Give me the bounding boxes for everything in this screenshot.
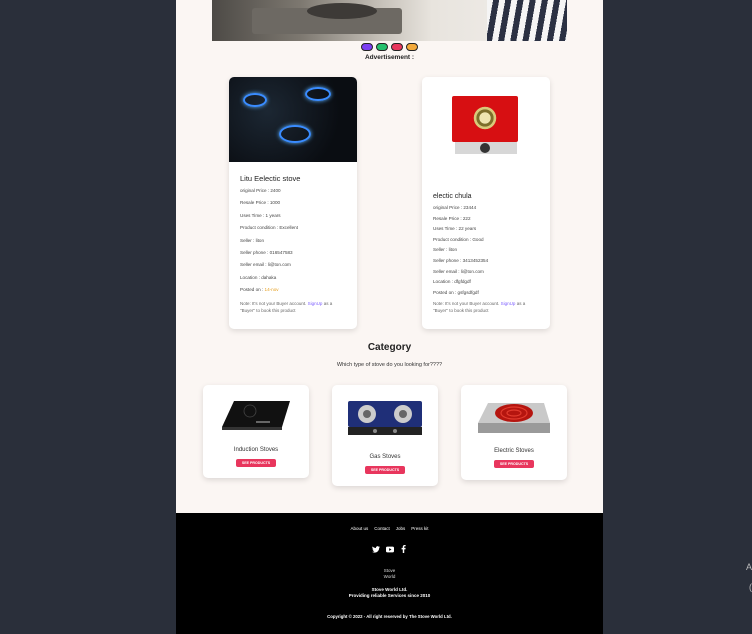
seller-name: Seller : liton	[240, 237, 265, 243]
category-card-induction[interactable]: Induction Stoves SEE PRODUCTS	[203, 385, 309, 478]
hero-person-shape	[487, 0, 567, 41]
footer-company: Stove World Ltd. Providing reliable Serv…	[176, 587, 603, 599]
seller-name: Seller : liton	[433, 247, 458, 253]
see-products-button[interactable]: SEE PRODUCTS	[365, 466, 405, 474]
posted-on: Posted on : gsfgsdfgdf	[433, 290, 539, 295]
carousel-dot-4[interactable]	[406, 43, 418, 51]
footer-logo-broken-image: Stove World	[176, 568, 603, 580]
footer-link-jobs[interactable]: Jobs	[396, 526, 406, 531]
product-card: electic chula original Price : 23444 Res…	[422, 77, 550, 329]
original-price: original Price : 2400	[240, 188, 281, 193]
note-text: Note: It's not your Buyer account.	[240, 300, 307, 306]
posted-on-value: 14-nov	[264, 287, 279, 293]
footer-nav: About us Contact Jobs Press kit	[176, 526, 603, 531]
hero-banner-image	[212, 0, 567, 41]
gas-stove-image	[345, 397, 425, 442]
original-price: original Price : 23444	[433, 205, 477, 210]
electric-stove-image	[474, 397, 554, 439]
location: Location : dfgfdgdf	[433, 279, 471, 285]
hero-pan-shape	[307, 3, 377, 19]
seller-phone: Seller phone : 016547583	[240, 249, 293, 255]
category-name: Induction Stoves	[233, 447, 279, 453]
category-card-electric[interactable]: Electric Stoves SEE PRODUCTS	[461, 385, 567, 480]
electric-chula-image	[422, 77, 550, 181]
company-tagline: Providing reliable Services since 2010	[348, 593, 431, 598]
buyer-note: Note: It's not your Buyer account. SignU…	[433, 300, 539, 314]
copyright: Copyright © 2022 - All right reserved by…	[327, 614, 452, 619]
product-condition: Product condition : Good	[433, 236, 484, 242]
uses-time: Uses Time : 22 years	[433, 226, 477, 232]
gas-burner-image	[229, 77, 357, 162]
category-subtitle: Which type of stove do you looking for??…	[336, 362, 443, 368]
twitter-icon[interactable]	[371, 545, 380, 553]
footer: About us Contact Jobs Press kit Stove Wo…	[176, 513, 603, 634]
buyer-note: Note: It's not your Buyer account. SignU…	[240, 300, 346, 314]
carousel-dots	[361, 43, 418, 51]
edge-mark-top: A	[745, 562, 752, 572]
category-name: Gas Stoves	[369, 454, 401, 460]
carousel-dot-3[interactable]	[391, 43, 403, 51]
social-links	[176, 545, 603, 553]
footer-link-contact[interactable]: Contact	[374, 526, 390, 531]
youtube-icon[interactable]	[385, 545, 394, 553]
signup-link[interactable]: SignUp	[501, 301, 516, 306]
page: Advertisement : Litu Eelectic stove orig…	[176, 0, 603, 634]
signup-link[interactable]: SignUp	[308, 301, 323, 306]
resale-price: Resale Price : 222	[433, 215, 471, 221]
category-card-gas[interactable]: Gas Stoves SEE PRODUCTS	[332, 385, 438, 486]
see-products-button[interactable]: SEE PRODUCTS	[494, 460, 534, 468]
footer-link-press-kit[interactable]: Press kit	[411, 526, 428, 531]
product-card: Litu Eelectic stove original Price : 240…	[229, 77, 357, 329]
posted-on-label: Posted on :	[240, 287, 265, 293]
uses-time: Uses Time : 1 years	[240, 212, 281, 218]
footer-link-about[interactable]: About us	[350, 526, 368, 531]
facebook-icon[interactable]	[400, 545, 408, 553]
category-name: Electric Stoves	[494, 448, 534, 454]
advertisement-label: Advertisement :	[364, 54, 415, 61]
location: Location : dahaka	[240, 274, 277, 280]
resale-price: Resale Price : 1000	[240, 200, 281, 206]
category-heading: Category	[367, 342, 412, 353]
carousel-dot-2[interactable]	[376, 43, 388, 51]
posted-on-value: gsfgsdfgdf	[457, 289, 479, 295]
product-condition: Product condition : Excellent	[240, 225, 298, 231]
carousel-dot-1[interactable]	[361, 43, 373, 51]
note-text: Note: It's not your Buyer account.	[433, 301, 500, 307]
induction-stove-image	[216, 397, 296, 435]
seller-email: Seller email : li@ton.com	[240, 262, 291, 268]
logo-alt-line-2: World	[383, 574, 396, 579]
see-products-button[interactable]: SEE PRODUCTS	[236, 459, 276, 467]
seller-email: Seller email : li@ton.com	[433, 268, 484, 274]
product-title: electic chula	[433, 193, 472, 200]
posted-on: Posted on : 14-nov	[240, 287, 346, 292]
seller-phone: Seller phone : 3413452354	[433, 257, 489, 263]
posted-on-label: Posted on :	[433, 289, 458, 295]
product-title: Litu Eelectic stove	[240, 174, 301, 183]
